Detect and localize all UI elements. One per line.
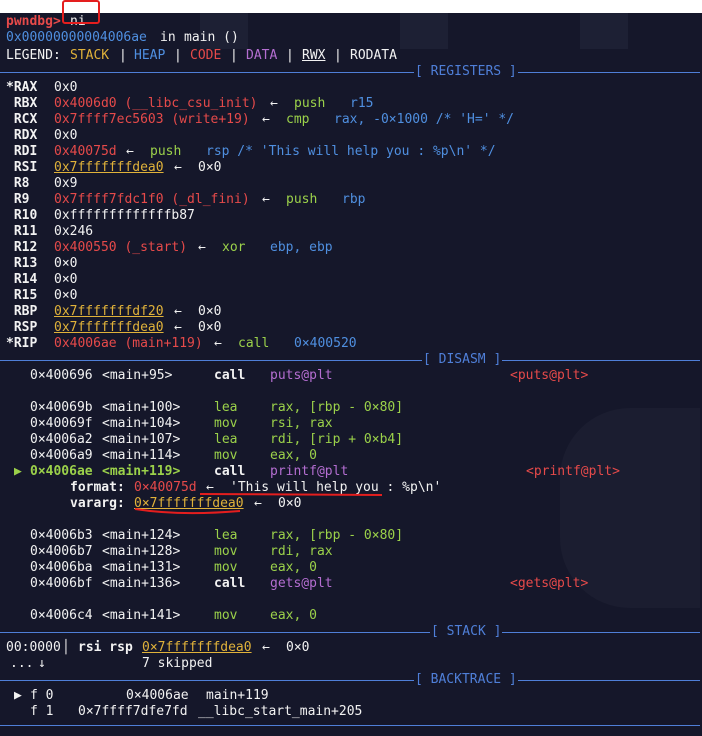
stack-skipped: 7 skipped <box>142 656 213 671</box>
stack-skip-row: ... ↓ 7 skipped <box>0 656 212 672</box>
frame-symbol: main+119 <box>206 688 269 703</box>
frame-index: f 0 <box>30 688 54 703</box>
stack-header: [ STACK ] <box>0 624 700 640</box>
terminal-window: pwndbg> ni 0x00000000004006ae in main ()… <box>0 13 702 736</box>
underline-vararg <box>134 508 241 515</box>
stack-more: ... <box>10 656 34 671</box>
stack-row: 00:0000 │ rsi rsp 0×7fffffffdea0 ← 0×0 <box>0 640 309 656</box>
stack-value: 0×0 <box>286 640 310 655</box>
stack-regs: rsi rsp <box>78 640 133 655</box>
underline-format <box>199 493 383 496</box>
down-arrow-icon: ↓ <box>38 656 46 671</box>
stack-arrow: ← <box>262 640 270 655</box>
stack-bar: │ <box>62 640 70 655</box>
frame-symbol: __libc_start_main+205 <box>198 704 363 719</box>
stack-title: [ STACK ] <box>430 624 503 640</box>
current-frame-icon: ▶ <box>14 688 22 703</box>
backtrace-header: [ BACKTRACE ] <box>0 672 700 688</box>
frame-index: f 1 <box>30 704 54 719</box>
stack-addr[interactable]: 0×7fffffffdea0 <box>142 640 252 656</box>
frame-address: 0×7ffff7dfe7fd <box>78 704 188 719</box>
frame-address: 0×4006ae <box>126 688 189 703</box>
bottom-rule <box>0 725 700 726</box>
stack-offset: 00:0000 <box>6 640 61 655</box>
backtrace-title: [ BACKTRACE ] <box>414 672 518 688</box>
